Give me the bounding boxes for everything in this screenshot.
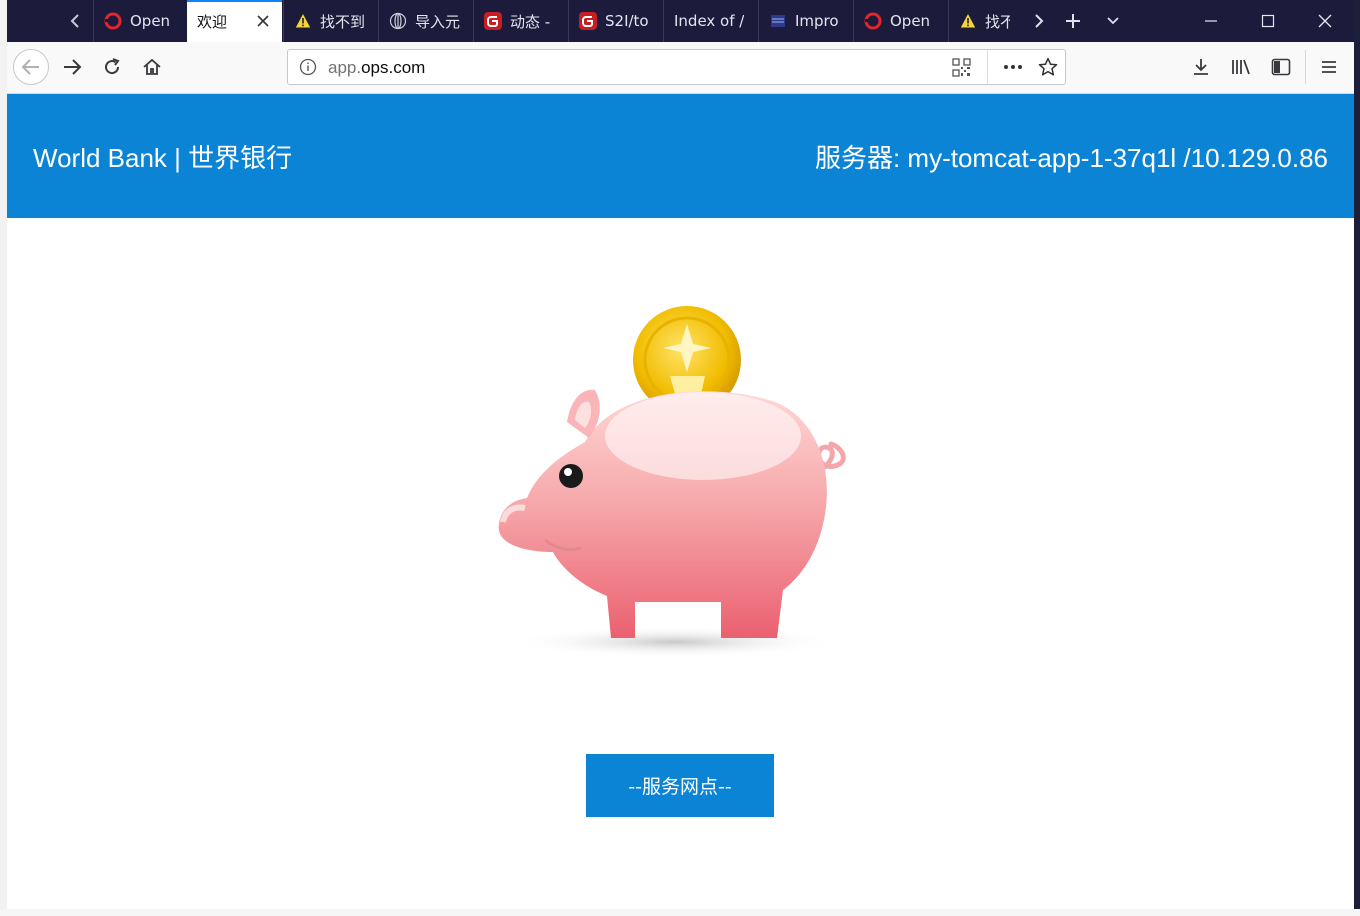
gitee-icon xyxy=(484,12,502,30)
star-icon xyxy=(1038,57,1058,76)
openshift-icon xyxy=(864,12,882,30)
site-title: World Bank | 世界银行 xyxy=(33,143,293,173)
tab-scroll-left-button[interactable] xyxy=(57,0,93,42)
close-icon xyxy=(1318,14,1332,28)
arrow-left-icon xyxy=(21,59,39,75)
tab-bar: Open 欢迎 找不到 导入元 动态 - S2I/to Index of / I… xyxy=(7,0,1354,42)
tab-title: Index of / xyxy=(674,12,745,30)
download-icon xyxy=(1194,59,1208,75)
info-icon[interactable] xyxy=(299,58,317,80)
openshift-icon xyxy=(104,12,122,30)
tab-openshift-2[interactable]: Open xyxy=(853,0,947,42)
arrow-right-icon xyxy=(64,59,82,75)
close-icon xyxy=(257,15,269,27)
chevron-down-icon xyxy=(1107,17,1119,25)
gitee-icon xyxy=(579,12,597,30)
downloads-button[interactable] xyxy=(1184,50,1218,84)
maximize-button[interactable] xyxy=(1240,0,1296,42)
chevron-left-icon xyxy=(70,14,79,28)
piggy-bank-illustration xyxy=(498,306,846,658)
tab-title: 欢迎 xyxy=(197,12,228,31)
more-dots-icon xyxy=(1004,65,1022,69)
tab-s2i[interactable]: S2I/to xyxy=(568,0,662,42)
pig-body xyxy=(498,389,846,638)
tab-welcome[interactable]: 欢迎 xyxy=(187,0,282,42)
url-prefix: app. xyxy=(328,58,362,77)
web-content: World Bank | 世界银行 服务器: my-tomcat-app-1-3… xyxy=(7,94,1354,909)
page-icon xyxy=(769,12,787,30)
tab-scroll-right-button[interactable] xyxy=(1021,0,1057,42)
background-window-edge xyxy=(0,0,7,916)
shadow xyxy=(510,626,840,658)
url-host: ops.com xyxy=(361,58,426,77)
tab-openshift-1[interactable]: Open xyxy=(93,0,186,42)
service-outlets-button[interactable]: --服务网点-- xyxy=(586,754,774,817)
close-window-button[interactable] xyxy=(1297,0,1353,42)
plus-icon xyxy=(1066,14,1080,28)
minimize-button[interactable] xyxy=(1183,0,1239,42)
tab-improve[interactable]: Impro xyxy=(758,0,852,42)
site-header: World Bank | 世界银行 服务器: my-tomcat-app-1-3… xyxy=(7,94,1354,218)
home-button[interactable] xyxy=(135,50,169,84)
tab-title: 导入元 xyxy=(415,12,461,31)
tab-import[interactable]: 导入元 xyxy=(378,0,472,42)
library-icon xyxy=(1232,59,1250,75)
background-window-bottom xyxy=(0,909,1360,916)
sidebar-toggle-button[interactable] xyxy=(1264,50,1298,84)
toolbar-divider xyxy=(1305,50,1306,84)
browser-window: Open 欢迎 找不到 导入元 动态 - S2I/to Index of / I… xyxy=(7,0,1354,909)
library-button[interactable] xyxy=(1224,50,1258,84)
tab-dynamics[interactable]: 动态 - xyxy=(473,0,567,42)
tab-not-found-2[interactable]: 找不 xyxy=(948,0,1020,42)
tab-title: 找不 xyxy=(985,12,1010,31)
tab-title: Impro xyxy=(795,12,839,30)
sidebar-icon xyxy=(1271,58,1291,76)
back-button[interactable] xyxy=(13,49,49,85)
reload-button[interactable] xyxy=(95,50,129,84)
warning-icon xyxy=(294,12,312,30)
tab-title: 找不到 xyxy=(320,12,366,31)
tab-title: Open xyxy=(130,12,171,30)
globe-icon xyxy=(389,12,407,30)
tab-title: 动态 - xyxy=(510,12,551,31)
minimize-icon xyxy=(1205,20,1217,22)
tab-title: S2I/to xyxy=(605,12,649,30)
tab-not-found-1[interactable]: 找不到 xyxy=(283,0,377,42)
hamburger-menu-icon xyxy=(1322,61,1336,73)
home-icon xyxy=(143,58,161,75)
navigation-toolbar: app.ops.com xyxy=(7,42,1354,94)
close-tab-button[interactable] xyxy=(254,14,272,28)
list-all-tabs-button[interactable] xyxy=(1095,0,1131,42)
forward-button[interactable] xyxy=(55,50,89,84)
qr-code-icon[interactable] xyxy=(952,58,971,81)
server-info: 服务器: my-tomcat-app-1-37q1l /10.129.0.86 xyxy=(814,143,1328,173)
page-actions-button[interactable] xyxy=(1002,58,1024,80)
tab-title: Open xyxy=(890,12,931,30)
address-bar-divider xyxy=(987,50,988,84)
warning-icon xyxy=(959,12,977,30)
maximize-icon xyxy=(1261,14,1275,28)
address-bar[interactable]: app.ops.com xyxy=(287,49,1066,85)
reload-icon xyxy=(105,58,120,75)
chevron-right-icon xyxy=(1035,14,1044,28)
tab-index-of[interactable]: Index of / xyxy=(663,0,757,42)
new-tab-button[interactable] xyxy=(1055,0,1091,42)
open-menu-button[interactable] xyxy=(1312,50,1346,84)
bookmark-star-button[interactable] xyxy=(1038,57,1058,81)
url-text[interactable]: app.ops.com xyxy=(328,58,425,78)
